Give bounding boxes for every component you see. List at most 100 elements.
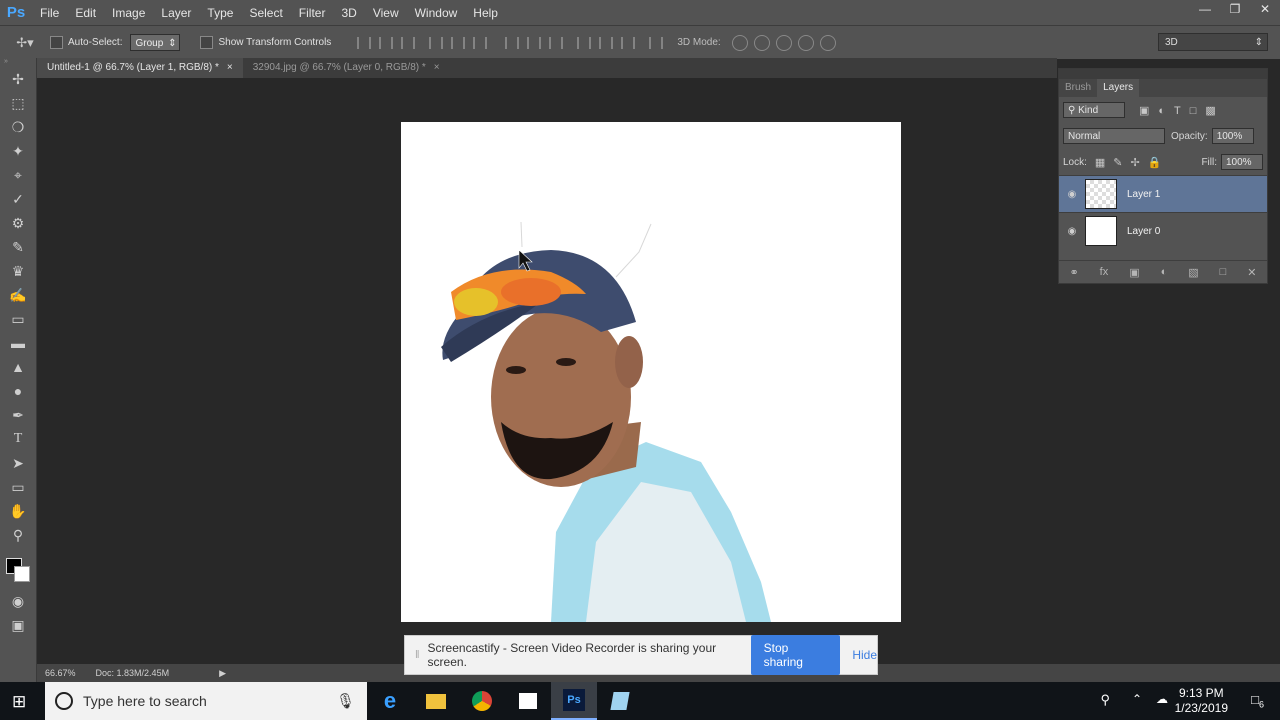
- eraser-tool-icon[interactable]: ▭: [6, 308, 30, 330]
- distribute-bottom-icon[interactable]: [549, 36, 564, 49]
- align-right-icon[interactable]: [473, 36, 488, 49]
- status-menu-arrow-icon[interactable]: ▶: [219, 668, 226, 679]
- tab-untitled-1[interactable]: Untitled-1 @ 66.7% (Layer 1, RGB/8) * ×: [37, 58, 243, 78]
- 3d-scale-icon[interactable]: [819, 34, 836, 51]
- add-mask-icon[interactable]: ▣: [1129, 266, 1139, 279]
- minimize-icon[interactable]: —: [1190, 0, 1220, 18]
- photoshop-taskbar-icon[interactable]: Ps: [551, 682, 597, 720]
- show-hidden-icons-icon[interactable]: ⌃: [1132, 692, 1142, 706]
- align-hcenter-icon[interactable]: [451, 36, 466, 49]
- layer-row-layer-0[interactable]: ◉ Layer 0: [1059, 212, 1267, 249]
- tab-32904-jpg[interactable]: 32904.jpg @ 66.7% (Layer 0, RGB/8) * ×: [242, 58, 450, 78]
- microphone-icon[interactable]: 🎙: [336, 692, 355, 710]
- file-explorer-icon[interactable]: [413, 682, 459, 720]
- align-left-icon[interactable]: [429, 36, 444, 49]
- move-tool-preset-icon[interactable]: ✢▾: [0, 35, 50, 51]
- align-bottom-icon[interactable]: [401, 36, 416, 49]
- menu-window[interactable]: Window: [407, 6, 466, 20]
- zoom-level[interactable]: 66.67%: [45, 668, 76, 678]
- dodge-tool-icon[interactable]: ●: [6, 380, 30, 402]
- zoom-tool-icon[interactable]: ⚲: [6, 524, 30, 546]
- new-layer-icon[interactable]: □: [1220, 266, 1227, 278]
- visibility-eye-icon[interactable]: ◉: [1059, 226, 1085, 237]
- close-icon[interactable]: ×: [227, 62, 233, 73]
- distribute-hcenter-icon[interactable]: [599, 36, 614, 49]
- 3d-slide-icon[interactable]: [797, 34, 814, 51]
- distribute-vcenter-icon[interactable]: [527, 36, 542, 49]
- menu-edit[interactable]: Edit: [67, 6, 104, 20]
- align-vcenter-icon[interactable]: [379, 36, 394, 49]
- blur-tool-icon[interactable]: ▲: [6, 356, 30, 378]
- menu-3d[interactable]: 3D: [333, 6, 364, 20]
- clone-stamp-tool-icon[interactable]: ♛: [6, 260, 30, 282]
- store-icon[interactable]: [505, 682, 551, 720]
- visibility-eye-icon[interactable]: ◉: [1059, 189, 1085, 200]
- taskbar-search-input[interactable]: Type here to search 🎙: [45, 682, 367, 720]
- auto-select-checkbox[interactable]: [50, 36, 63, 49]
- menu-select[interactable]: Select: [241, 6, 290, 20]
- path-selection-tool-icon[interactable]: ➤: [6, 452, 30, 474]
- auto-select-dropdown[interactable]: Group ⇕: [130, 34, 181, 51]
- hand-tool-icon[interactable]: ✋: [6, 500, 30, 522]
- action-center-icon[interactable]: □6: [1251, 692, 1264, 710]
- move-tool-icon[interactable]: ✢: [6, 68, 30, 90]
- people-icon[interactable]: ⚲: [1100, 692, 1110, 708]
- marquee-tool-icon[interactable]: ⬚: [6, 92, 30, 114]
- eyedropper-tool-icon[interactable]: ✓: [6, 188, 30, 210]
- menu-filter[interactable]: Filter: [291, 6, 334, 20]
- new-group-icon[interactable]: ▧: [1188, 266, 1198, 279]
- auto-align-icon[interactable]: [649, 36, 664, 49]
- notepad-icon[interactable]: [597, 682, 643, 720]
- quick-mask-icon[interactable]: ◉: [6, 590, 30, 612]
- background-color-swatch[interactable]: [14, 566, 30, 582]
- chrome-icon[interactable]: [459, 682, 505, 720]
- drag-handle-icon[interactable]: ‖: [415, 649, 420, 661]
- menu-layer[interactable]: Layer: [153, 6, 199, 20]
- pen-tool-icon[interactable]: ✒: [6, 404, 30, 426]
- kind-filter-dropdown[interactable]: ⚲ Kind: [1063, 102, 1125, 118]
- link-layers-icon[interactable]: ⚭: [1069, 266, 1078, 279]
- history-brush-tool-icon[interactable]: ✍: [6, 284, 30, 306]
- network-icon[interactable]: ☁: [1156, 692, 1168, 706]
- close-icon[interactable]: ×: [434, 62, 440, 73]
- tab-layers[interactable]: Layers: [1097, 79, 1140, 97]
- workspace-dropdown[interactable]: 3D ⇕: [1158, 33, 1268, 51]
- menu-help[interactable]: Help: [465, 6, 506, 20]
- windows-start-icon[interactable]: ⊞: [12, 692, 26, 712]
- fill-input[interactable]: 100%: [1221, 154, 1263, 170]
- brush-tool-icon[interactable]: ✎: [6, 236, 30, 258]
- lasso-tool-icon[interactable]: ❍: [6, 116, 30, 138]
- menu-file[interactable]: File: [32, 6, 67, 20]
- restore-icon[interactable]: ❐: [1220, 0, 1250, 18]
- blend-mode-dropdown[interactable]: Normal: [1063, 128, 1165, 144]
- menu-image[interactable]: Image: [104, 6, 153, 20]
- layer-style-icon[interactable]: fx: [1100, 266, 1109, 278]
- layer-row-layer-1[interactable]: ◉ Layer 1: [1059, 175, 1267, 212]
- magic-wand-tool-icon[interactable]: ✦: [6, 140, 30, 162]
- 3d-roll-icon[interactable]: [753, 34, 770, 51]
- distribute-right-icon[interactable]: [621, 36, 636, 49]
- edge-icon[interactable]: e: [367, 682, 413, 720]
- screen-mode-icon[interactable]: ▣: [6, 614, 30, 636]
- delete-layer-icon[interactable]: ✕: [1247, 266, 1256, 279]
- stop-sharing-button[interactable]: Stop sharing: [750, 635, 841, 675]
- distribute-top-icon[interactable]: [505, 36, 520, 49]
- 3d-drag-icon[interactable]: [775, 34, 792, 51]
- distribute-left-icon[interactable]: [577, 36, 592, 49]
- rectangle-tool-icon[interactable]: ▭: [6, 476, 30, 498]
- healing-brush-tool-icon[interactable]: ⚙: [6, 212, 30, 234]
- collapse-icon[interactable]: »: [0, 58, 36, 66]
- menu-type[interactable]: Type: [199, 6, 241, 20]
- tab-brush[interactable]: Brush: [1059, 79, 1097, 97]
- document-canvas[interactable]: [401, 122, 901, 622]
- gradient-tool-icon[interactable]: ▬: [6, 332, 30, 354]
- taskbar-clock[interactable]: 9:13 PM 1/23/2019: [1175, 686, 1228, 716]
- close-icon[interactable]: ✕: [1250, 0, 1280, 18]
- lock-icons[interactable]: ▦✎✢🔒: [1095, 156, 1170, 169]
- transform-controls-checkbox[interactable]: [200, 36, 214, 49]
- hide-button[interactable]: Hide: [852, 648, 877, 662]
- filter-icons[interactable]: ▣◐T□▩: [1139, 104, 1225, 117]
- menu-view[interactable]: View: [365, 6, 407, 20]
- opacity-input[interactable]: 100%: [1211, 128, 1254, 144]
- align-top-icon[interactable]: [357, 36, 372, 49]
